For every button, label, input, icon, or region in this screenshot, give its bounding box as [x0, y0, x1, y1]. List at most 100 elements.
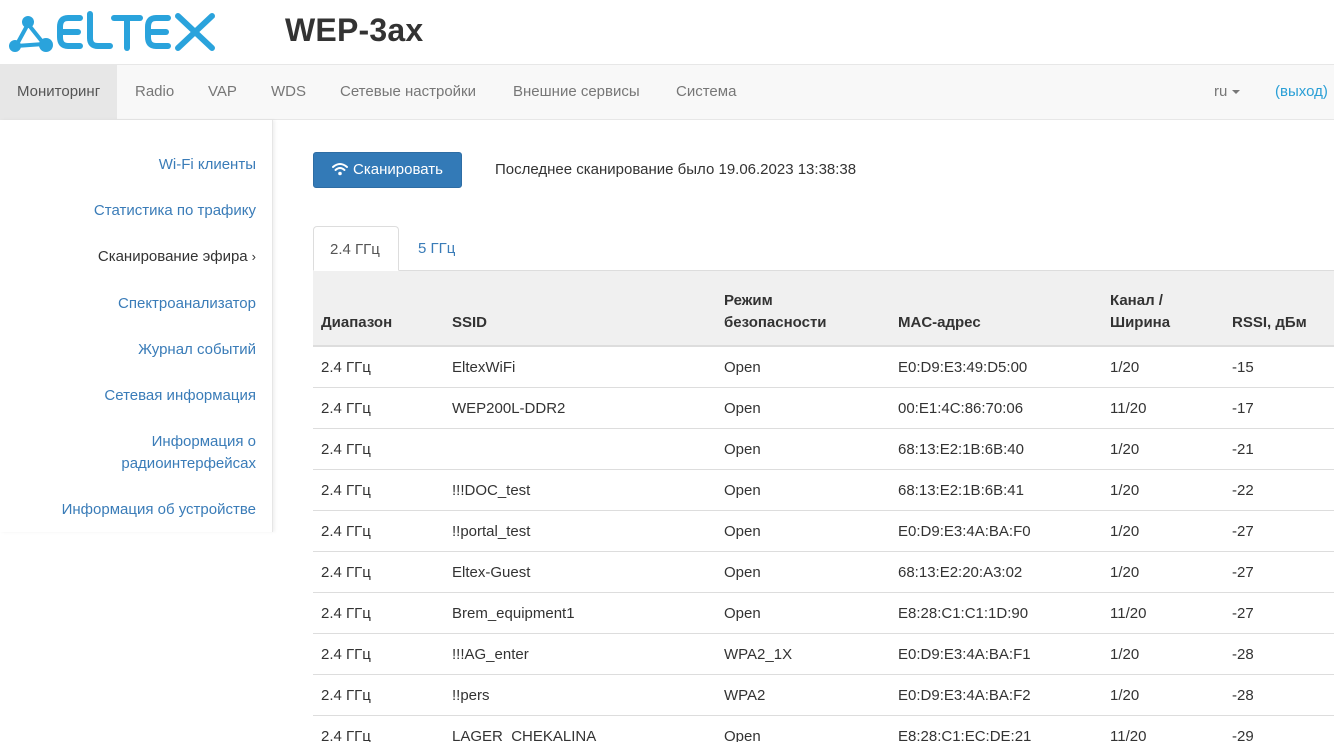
cell-channel: 11/20 — [1102, 388, 1224, 429]
table-row: 2.4 ГГц !!!DOC_test Open 68:13:E2:1B:6B:… — [313, 470, 1334, 511]
cell-rssi: -27 — [1224, 552, 1334, 593]
sidebar-item-radio-interfaces[interactable]: Информация о радиоинтерфейсах — [121, 431, 256, 475]
table-row: 2.4 ГГц Eltex-Guest Open 68:13:E2:20:A3:… — [313, 552, 1334, 593]
cell-channel: 1/20 — [1102, 511, 1224, 552]
table-row: 2.4 ГГц EltexWiFi Open E0:D9:E3:49:D5:00… — [313, 346, 1334, 388]
cell-mac: E0:D9:E3:4A:BA:F1 — [890, 634, 1102, 675]
nav-radio[interactable]: Radio — [118, 65, 191, 119]
cell-rssi: -27 — [1224, 593, 1334, 634]
cell-band: 2.4 ГГц — [313, 593, 444, 634]
cell-security: Open — [716, 429, 890, 470]
cell-mac: E8:28:C1:EC:DE:21 — [890, 716, 1102, 742]
caret-down-icon — [1232, 90, 1240, 94]
cell-mac: E0:D9:E3:4A:BA:F0 — [890, 511, 1102, 552]
cell-ssid: Eltex-Guest — [444, 552, 716, 593]
sidebar-item-device-info[interactable]: Информация об устройстве — [62, 499, 256, 521]
cell-mac: E0:D9:E3:4A:BA:F2 — [890, 675, 1102, 716]
cell-band: 2.4 ГГц — [313, 552, 444, 593]
cell-ssid: !!pers — [444, 675, 716, 716]
cell-mac: E8:28:C1:C1:1D:90 — [890, 593, 1102, 634]
nav-vap[interactable]: VAP — [191, 65, 254, 119]
cell-mac: 68:13:E2:20:A3:02 — [890, 552, 1102, 593]
sidebar-item-label-line2: радиоинтерфейсах — [121, 455, 256, 472]
tab-2-4ghz[interactable]: 2.4 ГГц — [313, 226, 399, 271]
col-header-security-line1: Режим — [724, 292, 773, 309]
cell-band: 2.4 ГГц — [313, 675, 444, 716]
sidebar-item-air-scan[interactable]: Сканирование эфира › — [98, 246, 256, 268]
table-row: 2.4 ГГц !!pers WPA2 E0:D9:E3:4A:BA:F2 1/… — [313, 675, 1334, 716]
cell-channel: 11/20 — [1102, 716, 1224, 742]
language-label: ru — [1214, 83, 1227, 100]
col-header-security: Режимбезопасности — [716, 271, 890, 346]
table-row: 2.4 ГГц LAGER_CHEKALINA Open E8:28:C1:EC… — [313, 716, 1334, 742]
sidebar-item-traffic-stats[interactable]: Статистика по трафику — [94, 200, 256, 222]
cell-channel: 1/20 — [1102, 552, 1224, 593]
cell-band: 2.4 ГГц — [313, 511, 444, 552]
cell-ssid: WEP200L-DDR2 — [444, 388, 716, 429]
nav-monitoring[interactable]: Мониторинг — [0, 65, 117, 119]
scan-button[interactable]: Сканировать — [313, 152, 462, 188]
cell-security: WPA2 — [716, 675, 890, 716]
cell-rssi: -28 — [1224, 634, 1334, 675]
cell-band: 2.4 ГГц — [313, 716, 444, 742]
table-row: 2.4 ГГц WEP200L-DDR2 Open 00:E1:4C:86:70… — [313, 388, 1334, 429]
scan-button-label: Сканировать — [353, 161, 443, 178]
nav-external-services[interactable]: Внешние сервисы — [496, 65, 657, 119]
cell-security: Open — [716, 716, 890, 742]
sidebar-item-label: Сканирование эфира — [98, 248, 248, 265]
cell-ssid: EltexWiFi — [444, 346, 716, 388]
sidebar-item-network-info[interactable]: Сетевая информация — [104, 385, 256, 407]
cell-rssi: -28 — [1224, 675, 1334, 716]
cell-security: WPA2_1X — [716, 634, 890, 675]
nav-system[interactable]: Система — [659, 65, 753, 119]
cell-mac: E0:D9:E3:49:D5:00 — [890, 346, 1102, 388]
logout-link[interactable]: (выход) — [1262, 65, 1334, 119]
table-row: 2.4 ГГц !!portal_test Open E0:D9:E3:4A:B… — [313, 511, 1334, 552]
sidebar-item-spectrum-analyzer[interactable]: Спектроанализатор — [118, 293, 256, 315]
cell-mac: 68:13:E2:1B:6B:41 — [890, 470, 1102, 511]
table-row: 2.4 ГГц Brem_equipment1 Open E8:28:C1:C1… — [313, 593, 1334, 634]
cell-channel: 1/20 — [1102, 634, 1224, 675]
tab-5ghz[interactable]: 5 ГГц — [402, 226, 471, 271]
col-header-band: Диапазон — [313, 271, 444, 346]
sidebar-item-wifi-clients[interactable]: Wi-Fi клиенты — [159, 154, 256, 176]
cell-rssi: -22 — [1224, 470, 1334, 511]
cell-security: Open — [716, 552, 890, 593]
cell-ssid: LAGER_CHEKALINA — [444, 716, 716, 742]
nav-wds[interactable]: WDS — [254, 65, 323, 119]
page-header: WEP-3ax — [0, 0, 1334, 64]
cell-ssid: !!portal_test — [444, 511, 716, 552]
page-title: WEP-3ax — [285, 12, 423, 49]
sidebar: Wi-Fi клиенты Статистика по трафику Скан… — [0, 120, 273, 532]
cell-ssid: !!!AG_enter — [444, 634, 716, 675]
cell-rssi: -15 — [1224, 346, 1334, 388]
sidebar-item-event-log[interactable]: Журнал событий — [138, 339, 256, 361]
last-scan-status: Последнее сканирование было 19.06.2023 1… — [495, 161, 856, 178]
col-header-mac: MAC-адрес — [890, 271, 1102, 346]
cell-rssi: -21 — [1224, 429, 1334, 470]
cell-rssi: -27 — [1224, 511, 1334, 552]
cell-channel: 1/20 — [1102, 675, 1224, 716]
nav-network-settings[interactable]: Сетевые настройки — [323, 65, 493, 119]
table-header-row: Диапазон SSID Режимбезопасности MAC-адре… — [313, 271, 1334, 346]
table-row: 2.4 ГГц Open 68:13:E2:1B:6B:40 1/20 -21 — [313, 429, 1334, 470]
cell-band: 2.4 ГГц — [313, 346, 444, 388]
cell-security: Open — [716, 511, 890, 552]
col-header-channel-line1: Канал / — [1110, 292, 1163, 309]
cell-security: Open — [716, 470, 890, 511]
cell-channel: 11/20 — [1102, 593, 1224, 634]
cell-ssid — [444, 429, 716, 470]
wifi-icon — [332, 162, 348, 176]
language-dropdown[interactable]: ru — [1205, 65, 1249, 119]
top-navbar: Мониторинг Radio VAP WDS Сетевые настрой… — [0, 64, 1334, 120]
eltex-logo[interactable] — [6, 8, 221, 56]
col-header-rssi: RSSI, дБм — [1224, 271, 1334, 346]
cell-band: 2.4 ГГц — [313, 470, 444, 511]
cell-ssid: Brem_equipment1 — [444, 593, 716, 634]
cell-ssid: !!!DOC_test — [444, 470, 716, 511]
chevron-right-icon: › — [252, 249, 256, 264]
cell-channel: 1/20 — [1102, 346, 1224, 388]
cell-rssi: -29 — [1224, 716, 1334, 742]
cell-channel: 1/20 — [1102, 429, 1224, 470]
cell-mac: 00:E1:4C:86:70:06 — [890, 388, 1102, 429]
